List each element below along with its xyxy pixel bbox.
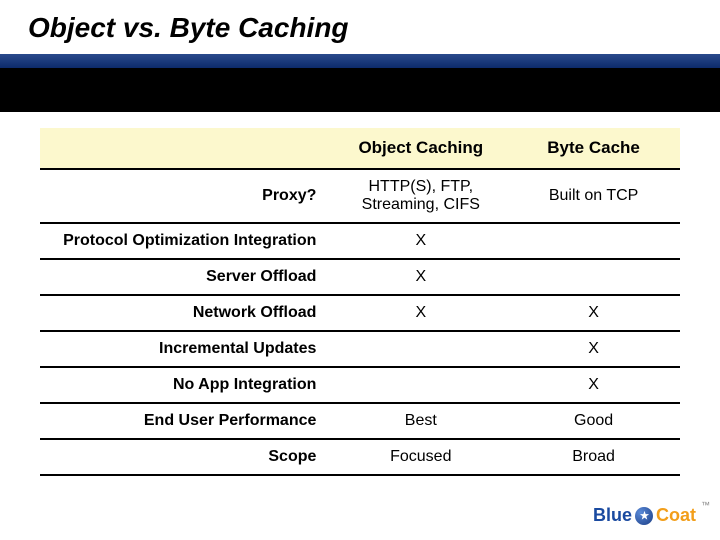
table-row: End User Performance Best Good [40,403,680,439]
star-badge-icon [635,507,653,525]
cell: X [507,295,680,331]
table-row: Server Offload X [40,259,680,295]
header-col2: Byte Cache [507,128,680,169]
cell [507,259,680,295]
table-row: Incremental Updates X [40,331,680,367]
table-header-row: Object Caching Byte Cache [40,128,680,169]
title-area: Object vs. Byte Caching [0,0,720,50]
content-area: Object Caching Byte Cache Proxy? HTTP(S)… [0,112,720,476]
cell: X [334,259,507,295]
table-row: Protocol Optimization Integration X [40,223,680,259]
cell: X [334,223,507,259]
cell: X [334,295,507,331]
row-label: Incremental Updates [40,331,334,367]
slide: Object vs. Byte Caching Object Caching B… [0,0,720,540]
cell: X [507,367,680,403]
cell: X [507,331,680,367]
black-band [0,68,720,112]
title-underline-bar [0,54,720,68]
cell: Good [507,403,680,439]
comparison-table: Object Caching Byte Cache Proxy? HTTP(S)… [40,128,680,476]
cell [334,367,507,403]
cell: HTTP(S), FTP, Streaming, CIFS [334,169,507,223]
logo-text-coat: Coat [656,505,696,526]
brand-logo: Blue Coat [593,505,696,526]
table-row: Network Offload X X [40,295,680,331]
header-col1: Object Caching [334,128,507,169]
row-label: Scope [40,439,334,475]
cell: Focused [334,439,507,475]
trademark-icon: ™ [701,500,710,510]
row-label: Server Offload [40,259,334,295]
table-row: Proxy? HTTP(S), FTP, Streaming, CIFS Bui… [40,169,680,223]
cell: Best [334,403,507,439]
logo-text-blue: Blue [593,505,632,526]
table-row: Scope Focused Broad [40,439,680,475]
table-row: No App Integration X [40,367,680,403]
cell [507,223,680,259]
row-label: Proxy? [40,169,334,223]
cell [334,331,507,367]
slide-title: Object vs. Byte Caching [28,12,692,44]
row-label: Network Offload [40,295,334,331]
cell: Broad [507,439,680,475]
row-label: No App Integration [40,367,334,403]
header-blank [40,128,334,169]
row-label: End User Performance [40,403,334,439]
row-label: Protocol Optimization Integration [40,223,334,259]
cell: Built on TCP [507,169,680,223]
